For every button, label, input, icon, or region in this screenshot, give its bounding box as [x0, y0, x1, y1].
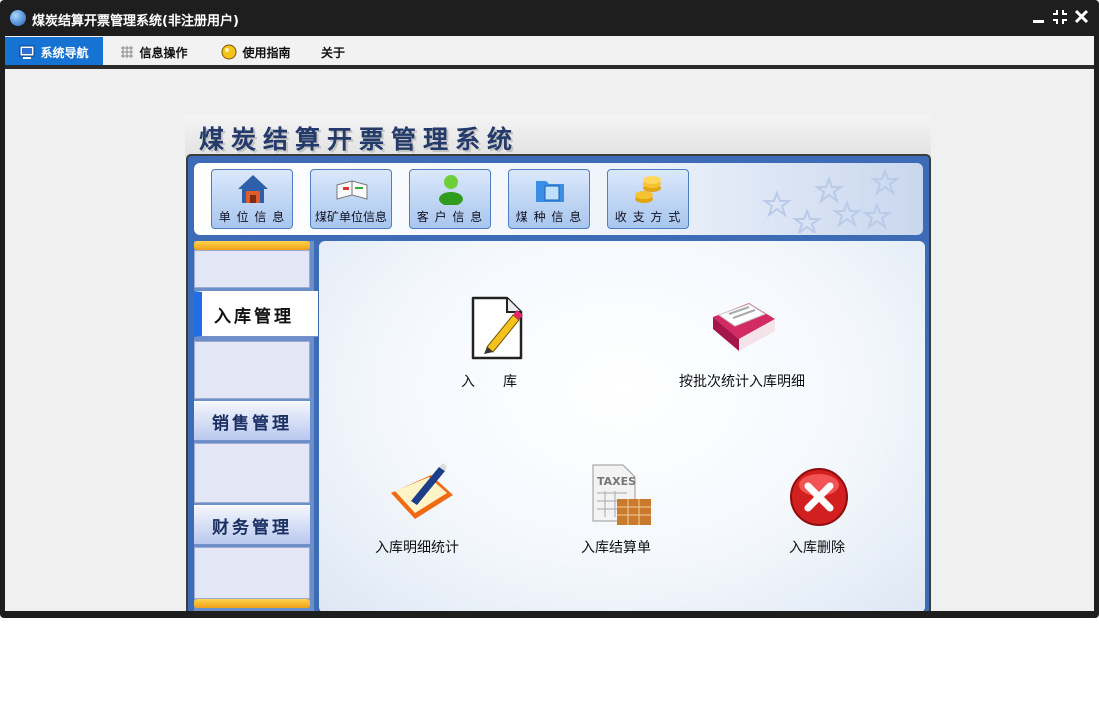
batch-inbound-stats-tile[interactable]: 按批次统计入库明细 [679, 291, 824, 391]
customer-info-label: 客 户 信 息 [416, 210, 484, 224]
unit-info-button[interactable]: 单 位 信 息 [211, 169, 293, 229]
minimize-button[interactable] [1031, 9, 1047, 25]
inbound-detail-stats-tile[interactable]: 入库明细统计 [373, 461, 473, 561]
bulb-icon [221, 44, 237, 60]
inbound-label: 入 库 [461, 374, 517, 390]
window-title: 煤炭结算开票管理系统(非注册用户) [32, 14, 239, 29]
inbound-delete-tile[interactable]: 入库删除 [779, 461, 859, 561]
coal-mine-unit-info-button[interactable]: 煤矿单位信息 [310, 169, 392, 229]
sidebar-item-label: 入库管理 [214, 306, 294, 327]
house-icon [238, 175, 268, 203]
tab-about[interactable]: 关于 [307, 37, 359, 67]
tab-info-operation[interactable]: 信息操作 [103, 37, 205, 67]
navigation-panel: 单 位 信 息 煤矿单位信息 客 户 信 息 煤 种 信 息 收 支 方 式 入… [186, 154, 931, 611]
inbound-settlement-tile[interactable]: TAXES 入库结算单 [575, 461, 675, 561]
sidebar-spacer [194, 443, 310, 503]
banner-title: 煤炭结算开票管理系统 [199, 125, 520, 154]
function-panel: 入 库 按批次统计入库明细 入库明细统计 TAXES 入库结算单 入库删除 [319, 241, 925, 611]
sidebar-item-label: 销售管理 [212, 413, 292, 434]
app-window: 煤炭结算开票管理系统(非注册用户) 系统导航 信息操作 使用指南 关于 煤炭结算… [0, 0, 1099, 618]
title-bar: 煤炭结算开票管理系统(非注册用户) [0, 0, 1099, 36]
content-area: 煤炭结算开票管理系统 单 位 信 息 煤矿单位信息 客 户 信 息 煤 种 信 … [5, 69, 1094, 611]
batch-inbound-stats-label: 按批次统计入库明细 [679, 374, 805, 390]
minimize-icon [1033, 20, 1044, 23]
sidebar-bottom-bar [194, 599, 310, 608]
banner: 煤炭结算开票管理系统 [185, 115, 931, 157]
unit-info-label: 单 位 信 息 [218, 210, 286, 224]
report-book-icon [713, 303, 775, 351]
tab-label: 关于 [320, 45, 345, 60]
tab-system-nav[interactable]: 系统导航 [5, 37, 103, 67]
inbound-settlement-label: 入库结算单 [581, 540, 651, 556]
sidebar-item-label: 财务管理 [212, 517, 292, 538]
customer-info-button[interactable]: 客 户 信 息 [409, 169, 491, 229]
payment-method-button[interactable]: 收 支 方 式 [607, 169, 689, 229]
tab-label: 系统导航 [40, 45, 89, 60]
grid-icon [121, 46, 134, 58]
svg-text:TAXES: TAXES [597, 475, 636, 488]
sidebar-item-finance[interactable]: 财务管理 [194, 505, 310, 545]
folder-icon [536, 181, 564, 202]
sidebar-item-sales[interactable]: 销售管理 [194, 401, 310, 441]
inbound-tile[interactable]: 入 库 [449, 291, 549, 391]
sidebar-top-bar [194, 241, 310, 250]
sidebar-item-inbound[interactable]: 入库管理 [194, 291, 318, 337]
close-icon [1074, 9, 1089, 24]
close-button[interactable] [1074, 9, 1090, 25]
edit-document-icon [471, 296, 523, 360]
sidebar-spacer [194, 341, 310, 399]
restore-icon [1053, 10, 1067, 24]
tab-user-guide[interactable]: 使用指南 [205, 37, 307, 67]
pen-folder-icon [391, 463, 453, 519]
taxes-icon: TAXES [592, 464, 651, 525]
payment-method-label: 收 支 方 式 [614, 210, 682, 224]
coal-type-info-button[interactable]: 煤 种 信 息 [508, 169, 590, 229]
inbound-detail-stats-label: 入库明细统计 [375, 540, 459, 556]
delete-icon [790, 468, 848, 526]
sidebar: 入库管理 销售管理 财务管理 [194, 241, 318, 611]
coins-icon [635, 176, 661, 203]
coal-type-info-label: 煤 种 信 息 [515, 210, 583, 224]
menu-tab-bar: 系统导航 信息操作 使用指南 关于 [5, 36, 1094, 68]
tab-label: 使用指南 [242, 45, 291, 60]
coal-mine-unit-info-label: 煤矿单位信息 [314, 210, 387, 224]
tab-label: 信息操作 [139, 45, 188, 60]
monitor-icon [19, 45, 35, 59]
quick-toolbar: 单 位 信 息 煤矿单位信息 客 户 信 息 煤 种 信 息 收 支 方 式 [194, 163, 923, 235]
inbound-delete-label: 入库删除 [789, 540, 845, 556]
sidebar-spacer [194, 547, 310, 599]
stars-decoration [761, 168, 901, 233]
restore-button[interactable] [1052, 9, 1068, 25]
user-icon [439, 175, 463, 205]
sidebar-spacer [194, 250, 310, 288]
app-logo-icon [10, 10, 26, 26]
book-icon [336, 180, 368, 200]
